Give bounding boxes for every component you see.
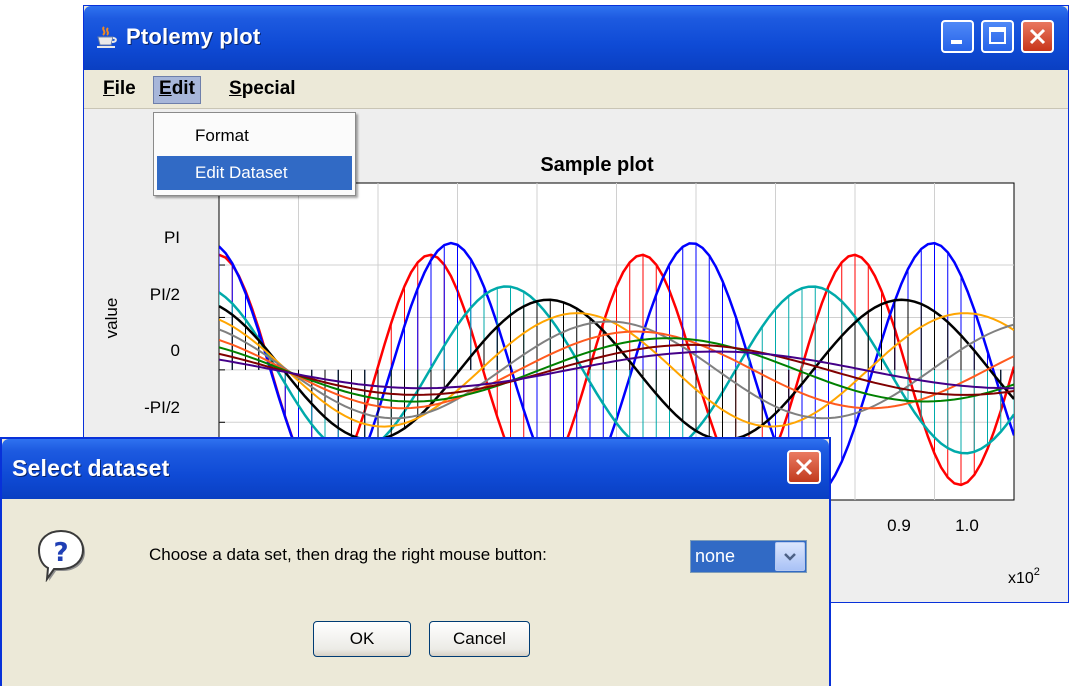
edit-menu-dropdown: Format Edit Dataset bbox=[153, 112, 356, 196]
close-icon bbox=[795, 458, 813, 476]
menu-item-edit-dataset[interactable]: Edit Dataset bbox=[157, 156, 352, 190]
ok-button[interactable]: OK bbox=[313, 621, 411, 657]
dialog-title-bar[interactable]: Select dataset bbox=[2, 439, 829, 499]
close-dialog-button[interactable] bbox=[787, 450, 821, 484]
menu-item-format[interactable]: Format bbox=[157, 119, 352, 153]
select-dataset-dialog: Select dataset ? Choose a data set, then… bbox=[0, 437, 831, 686]
y-tick-label: 0 bbox=[171, 341, 180, 360]
chevron-down-icon bbox=[784, 553, 796, 561]
dataset-combo[interactable]: none bbox=[690, 540, 807, 573]
x-tick-label: 1.0 bbox=[955, 516, 979, 535]
y-axis-label: value bbox=[102, 298, 121, 339]
y-tick-label: PI/2 bbox=[150, 285, 180, 304]
chart-title: Sample plot bbox=[540, 154, 654, 176]
cancel-button[interactable]: Cancel bbox=[429, 621, 530, 657]
combo-arrow-button[interactable] bbox=[775, 542, 805, 571]
question-icon: ? bbox=[37, 529, 85, 582]
y-tick-label: PI bbox=[164, 228, 180, 247]
combo-value: none bbox=[695, 546, 736, 566]
x-tick-label: 0.9 bbox=[887, 516, 911, 535]
svg-text:?: ? bbox=[53, 538, 68, 568]
y-tick-label: -PI/2 bbox=[144, 398, 180, 417]
dialog-title: Select dataset bbox=[12, 455, 170, 481]
dialog-message: Choose a data set, then drag the right m… bbox=[149, 545, 547, 564]
x-multiplier: x102 bbox=[1008, 566, 1040, 587]
